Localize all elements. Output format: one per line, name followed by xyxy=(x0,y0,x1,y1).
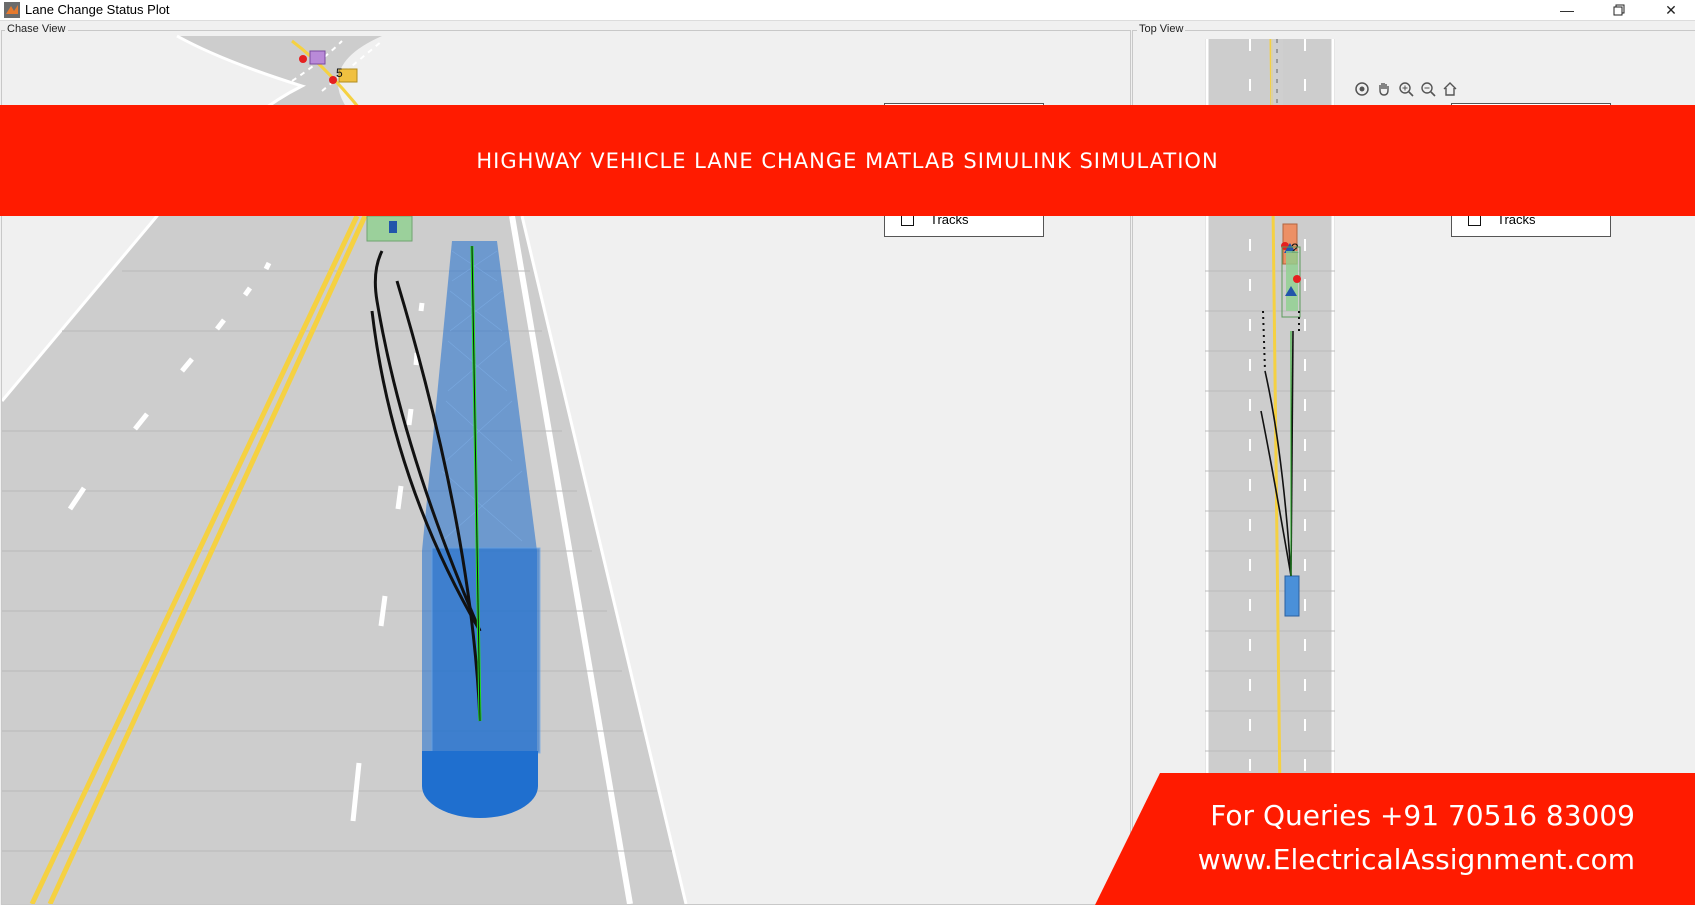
axes-toolbar xyxy=(1353,80,1459,98)
close-button[interactable]: ✕ xyxy=(1649,0,1693,20)
chase-view-label: Chase View xyxy=(5,23,68,35)
home-icon xyxy=(1443,82,1457,96)
restore-button[interactable] xyxy=(1597,0,1641,20)
zoom-in-button[interactable] xyxy=(1397,80,1415,98)
contact-overlay: For Queries +91 70516 83009 www.Electric… xyxy=(1095,773,1695,905)
contact-background xyxy=(1095,773,1695,905)
close-icon: ✕ xyxy=(1665,1,1677,18)
contact-website[interactable]: www.ElectricalAssignment.com xyxy=(1198,843,1635,876)
restore-icon xyxy=(1613,4,1625,16)
minimize-button[interactable]: — xyxy=(1545,0,1589,20)
window-titlebar: Lane Change Status Plot — ✕ xyxy=(0,0,1695,21)
pan-icon xyxy=(1379,83,1389,96)
pan-button[interactable] xyxy=(1375,80,1393,98)
banner-text: HIGHWAY VEHICLE LANE CHANGE MATLAB SIMUL… xyxy=(476,148,1219,173)
top-view-label: Top View xyxy=(1137,23,1186,35)
rotate-button[interactable] xyxy=(1353,80,1371,98)
minimize-icon: — xyxy=(1560,2,1574,18)
zoom-in-icon xyxy=(1399,82,1414,97)
home-button[interactable] xyxy=(1441,80,1459,98)
vehicle-id-label: 5 xyxy=(336,66,343,80)
zoom-out-button[interactable] xyxy=(1419,80,1437,98)
matlab-app-icon xyxy=(4,2,20,18)
zoom-out-icon xyxy=(1421,82,1436,97)
window-title: Lane Change Status Plot xyxy=(25,2,170,17)
rotate-icon xyxy=(1355,82,1369,96)
title-banner: HIGHWAY VEHICLE LANE CHANGE MATLAB SIMUL… xyxy=(0,105,1695,216)
contact-phone: For Queries +91 70516 83009 xyxy=(1210,799,1635,832)
